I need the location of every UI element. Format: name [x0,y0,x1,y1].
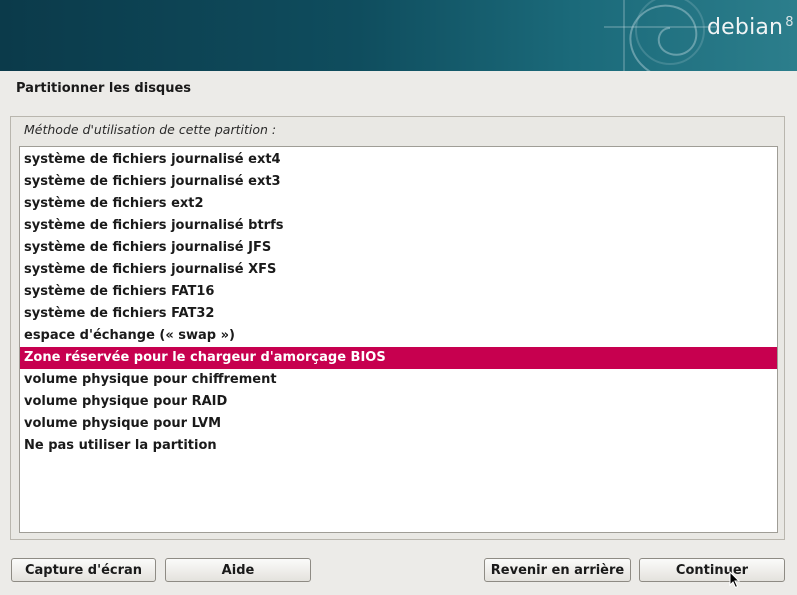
list-item[interactable]: système de fichiers FAT32 [20,303,777,325]
list-item[interactable]: système de fichiers journalisé XFS [20,259,777,281]
list-item[interactable]: système de fichiers journalisé ext4 [20,149,777,171]
list-item[interactable]: espace d'échange (« swap ») [20,325,777,347]
debian-logo: debian 8 [707,15,794,40]
list-item[interactable]: Ne pas utiliser la partition [20,435,777,457]
page-title: Partitionner les disques [16,81,192,96]
list-item[interactable]: système de fichiers journalisé btrfs [20,215,777,237]
partition-method-group: Méthode d'utilisation de cette partition… [10,116,785,540]
continue-button[interactable]: Continuer [639,558,785,582]
mouse-cursor-icon [729,571,741,589]
partition-method-list[interactable]: système de fichiers journalisé ext4 systè… [19,146,778,533]
list-item[interactable]: système de fichiers ext2 [20,193,777,215]
list-item-selected[interactable]: Zone réservée pour le chargeur d'amorçag… [20,347,777,369]
back-button[interactable]: Revenir en arrière [484,558,631,582]
list-item[interactable]: volume physique pour RAID [20,391,777,413]
list-item[interactable]: système de fichiers journalisé ext3 [20,171,777,193]
debian-logo-text: debian [707,15,784,40]
installer-banner: debian 8 [0,0,797,71]
help-button[interactable]: Aide [165,558,311,582]
debian-version: 8 [785,15,794,30]
group-label: Méthode d'utilisation de cette partition… [24,122,277,137]
list-item[interactable]: volume physique pour chiffrement [20,369,777,391]
screenshot-button[interactable]: Capture d'écran [11,558,156,582]
list-item[interactable]: volume physique pour LVM [20,413,777,435]
list-item[interactable]: système de fichiers FAT16 [20,281,777,303]
list-item[interactable]: système de fichiers journalisé JFS [20,237,777,259]
debian-swirl-icon [604,0,716,71]
